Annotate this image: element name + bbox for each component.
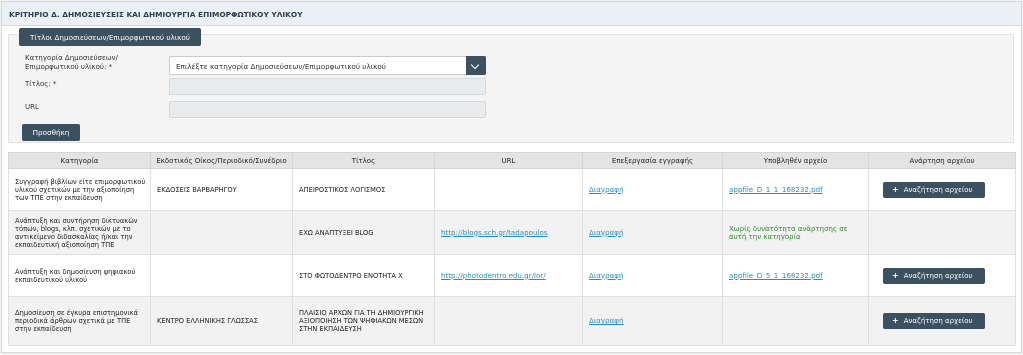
- col-header-file: Υποβληθέν αρχείο: [722, 152, 869, 169]
- category-label: Κατηγορία Δημοσιεύσεων/ Επιμορφωτικού υλ…: [25, 54, 118, 71]
- title-input[interactable]: [169, 78, 486, 95]
- cell-publisher: ΚΕΝΤΡΟ ΕΛΛΗΝΙΚΗΣ ΓΛΩΣΣΑΣ: [150, 296, 293, 346]
- cell-title: ΕΧΩ ΑΝΑΠΤΥΞΕΙ BLOG: [292, 210, 435, 255]
- cell-url: [434, 296, 583, 346]
- chevron-down-icon[interactable]: [466, 56, 486, 75]
- url-link[interactable]: http://photodentro.edu.gr/lor/: [441, 271, 546, 280]
- title-label: Τίτλος: *: [25, 80, 57, 88]
- delete-link[interactable]: Διαγραφή: [589, 316, 623, 325]
- no-upload-note: Χωρίς δυνατότητα ανάρτησης σε αυτή την κ…: [729, 224, 848, 241]
- delete-link[interactable]: Διαγραφή: [589, 271, 623, 280]
- cell-publisher: [150, 254, 293, 297]
- cell-file: Χωρίς δυνατότητα ανάρτησης σε αυτή την κ…: [722, 210, 869, 255]
- plus-icon: +: [892, 184, 899, 194]
- category-select-value: Επιλέξτε κατηγορία Δημοσιεύσεων/Επιμορφω…: [176, 62, 386, 71]
- cell-upload: + Αναζήτηση αρχείου: [868, 254, 1016, 297]
- table-row: Ανάπτυξη και συντήρηση δικτυακών τόπων, …: [8, 210, 1016, 255]
- file-link[interactable]: appfile_D_5_1_168232.pdf: [729, 271, 823, 280]
- cell-upload: [868, 210, 1016, 255]
- col-header-category: Κατηγορία: [8, 152, 151, 169]
- cell-file: appfile_D_1_1_168232.pdf: [722, 168, 869, 211]
- url-input[interactable]: [169, 101, 486, 118]
- file-link[interactable]: appfile_D_1_1_168232.pdf: [729, 185, 823, 194]
- table-row: Ανάπτυξη και δημοσίευση ψηφιακού εκπαιδε…: [8, 254, 1016, 297]
- delete-link[interactable]: Διαγραφή: [589, 185, 623, 194]
- cell-category: Ανάπτυξη και συντήρηση δικτυακών τόπων, …: [8, 210, 151, 255]
- cell-title: ΣΤΟ ΦΩΤΟΔΕΝΤΡΟ ΕΝΟΤΗΤΑ Χ: [292, 254, 435, 297]
- category-select[interactable]: Επιλέξτε κατηγορία Δημοσιεύσεων/Επιμορφω…: [169, 56, 486, 75]
- cell-publisher: ΕΚΔΟΣΕΙΣ ΒΑΡΒΑΡΗΓΟΥ: [150, 168, 293, 211]
- add-publication-form: Τίτλοι Δημοσιεύσεων/Επιμορφωτικού υλικού…: [8, 28, 1014, 143]
- col-header-url: URL: [434, 152, 583, 169]
- cell-category: Δημοσίευση σε έγκυρα επιστημονικά περιοδ…: [8, 296, 151, 346]
- search-file-button[interactable]: + Αναζήτηση αρχείου: [883, 181, 985, 198]
- table-row: Δημοσίευση σε έγκυρα επιστημονικά περιοδ…: [8, 296, 1016, 346]
- plus-icon: +: [892, 316, 899, 325]
- section-title: ΚΡΙΤΗΡΙΟ Δ. ΔΗΜΟΣΙΕΥΣΕΙΣ ΚΑΙ ΔΗΜΙΟΥΡΓΙΑ …: [2, 2, 1021, 26]
- cell-publisher: [150, 210, 293, 255]
- col-header-title: Τίτλος: [292, 152, 435, 169]
- cell-action: Διαγραφή: [582, 296, 723, 346]
- add-button[interactable]: Προσθήκη: [22, 124, 80, 141]
- plus-icon: +: [892, 270, 899, 280]
- search-file-button[interactable]: + Αναζήτηση αρχείου: [883, 313, 985, 329]
- publications-table: Κατηγορία Εκδοτικός Οίκος/Περιοδικό/Συνέ…: [8, 152, 1016, 346]
- col-header-publisher: Εκδοτικός Οίκος/Περιοδικό/Συνέδριο: [150, 152, 293, 169]
- cell-file: [722, 296, 869, 346]
- cell-upload: + Αναζήτηση αρχείου: [868, 168, 1016, 211]
- url-label: URL: [25, 103, 39, 111]
- col-header-upload: Ανάρτηση αρχείου: [868, 152, 1016, 169]
- search-file-label: Αναζήτηση αρχείου: [903, 317, 973, 325]
- category-label-line2: Επιμορφωτικού υλικού: *: [25, 62, 113, 71]
- page-frame: ΚΡΙΤΗΡΙΟ Δ. ΔΗΜΟΣΙΕΥΣΕΙΣ ΚΑΙ ΔΗΜΙΟΥΡΓΙΑ …: [1, 1, 1022, 353]
- cell-action: Διαγραφή: [582, 254, 723, 297]
- url-link[interactable]: http://blogs.sch.gr/tadapoulos: [441, 228, 547, 237]
- form-tab[interactable]: Τίτλοι Δημοσιεύσεων/Επιμορφωτικού υλικού: [19, 28, 201, 46]
- cell-title: ΑΠΕΙΡΟΣΤΙΚΟΣ ΛΟΓΙΣΜΟΣ: [292, 168, 435, 211]
- search-file-label: Αναζήτηση αρχείου: [903, 185, 973, 194]
- table-row: Συγγραφή βιβλίων είτε επιμορφωτικού υλικ…: [8, 168, 1016, 211]
- table-header-row: Κατηγορία Εκδοτικός Οίκος/Περιοδικό/Συνέ…: [8, 152, 1016, 169]
- delete-link[interactable]: Διαγραφή: [589, 228, 623, 237]
- cell-category: Συγγραφή βιβλίων είτε επιμορφωτικού υλικ…: [8, 168, 151, 211]
- cell-url: [434, 168, 583, 211]
- cell-url: http://photodentro.edu.gr/lor/: [434, 254, 583, 297]
- cell-upload: + Αναζήτηση αρχείου: [868, 296, 1016, 346]
- search-file-button[interactable]: + Αναζήτηση αρχείου: [883, 267, 985, 284]
- cell-title: ΠΛΑΙΣΙΟ ΑΡΧΩΝ ΓΙΑ ΤΗ ΔΗΜΙΟΥΡΓΙΚΗ ΑΞΙΟΠΟΙ…: [292, 296, 435, 346]
- cell-file: appfile_D_5_1_168232.pdf: [722, 254, 869, 297]
- col-header-edit: Επεξεργασία εγγραφής: [582, 152, 723, 169]
- cell-action: Διαγραφή: [582, 210, 723, 255]
- cell-url: http://blogs.sch.gr/tadapoulos: [434, 210, 583, 255]
- cell-action: Διαγραφή: [582, 168, 723, 211]
- cell-category: Ανάπτυξη και δημοσίευση ψηφιακού εκπαιδε…: [8, 254, 151, 297]
- category-label-line1: Κατηγορία Δημοσιεύσεων/: [25, 54, 118, 62]
- search-file-label: Αναζήτηση αρχείου: [903, 271, 973, 280]
